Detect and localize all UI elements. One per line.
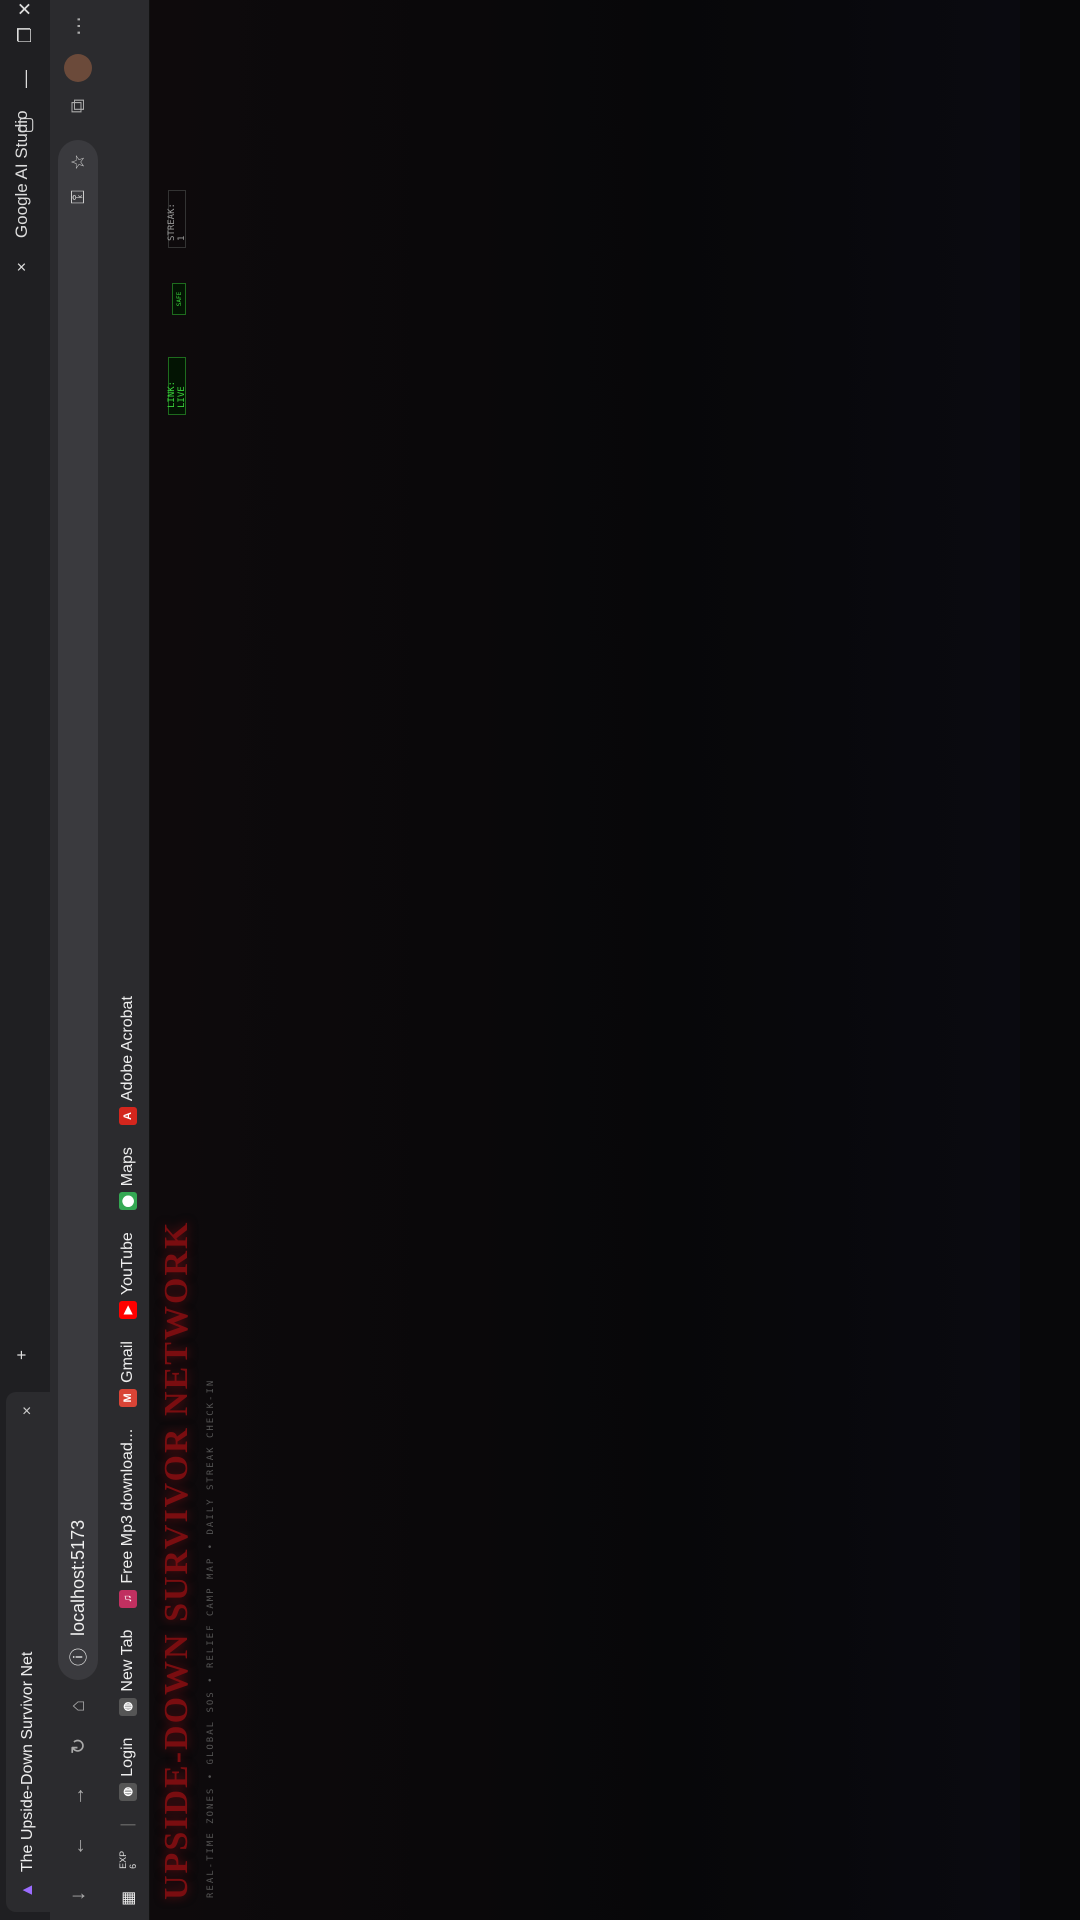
plus-icon: +	[12, 1350, 31, 1360]
site-subtitle: REAL-TIME ZONES • GLOBAL SOS • RELIEF CA…	[206, 1378, 216, 1898]
menu-icon[interactable]: ⋯	[64, 12, 92, 40]
safe-badge: SAFE	[172, 283, 186, 315]
downloads-icon[interactable]: ↓	[64, 1882, 92, 1910]
apps-icon[interactable]: ▦	[118, 1891, 138, 1906]
streak-badge: STREAK: 1	[167, 190, 187, 248]
forward-icon[interactable]: →	[64, 1782, 92, 1810]
tab-strip: ▲ The Upside-Down Survivor Net × + × Goo…	[0, 0, 50, 1920]
bookmark-maps[interactable]: ⬤ Maps	[118, 1147, 137, 1211]
ai-studio-icon: ▲	[19, 1882, 36, 1898]
address-bar[interactable]: ⓘ localhost:5173 ⚿ ☆	[58, 140, 98, 1680]
bookmark-gmail[interactable]: M Gmail	[118, 1341, 137, 1407]
bookmark-acrobat[interactable]: A Adobe Acrobat	[118, 996, 137, 1126]
bookmark-login[interactable]: ◍ Login	[118, 1738, 137, 1801]
profile-avatar[interactable]	[64, 54, 92, 82]
globe-icon: ◍	[118, 1782, 137, 1801]
tab-search-icon[interactable]: ▢	[10, 110, 40, 140]
bookmark-separator: |	[118, 1822, 136, 1827]
cast-icon[interactable]: ⌂	[64, 1692, 92, 1720]
bookmarks-bar: ▦ EXP 6 | ◍ Login ◍ New Tab ♫ Free Mp3 down…	[106, 0, 150, 1920]
ext-badge[interactable]: EXP 6	[118, 1849, 138, 1869]
youtube-icon: ▶	[118, 1301, 137, 1320]
tab-close-icon[interactable]: ×	[12, 262, 32, 272]
key-icon[interactable]: ⚿	[68, 190, 89, 204]
rotated-screen: ▲ The Upside-Down Survivor Net × + × Goo…	[0, 0, 1080, 1920]
tab-close-icon[interactable]: ×	[19, 1406, 37, 1415]
bookmark-new-tab[interactable]: ◍ New Tab	[118, 1630, 137, 1716]
url-text: localhost:5173	[67, 1519, 88, 1636]
tab-title: The Upside-Down Survivor Net	[19, 1651, 36, 1873]
browser-toolbar: ↓ ← → ↻ ⌂ ⓘ localhost:5173 ⚿ ☆ ⧉ ⋯	[50, 0, 106, 1920]
new-tab-button[interactable]: +	[12, 1350, 32, 1360]
web-page: UPSIDE-DOWN SURVIVOR NETWORK REAL-TIME Z…	[150, 0, 1020, 1920]
minimize-icon[interactable]: —	[10, 64, 40, 94]
music-icon: ♫	[118, 1589, 137, 1608]
maximize-icon[interactable]: ❐	[10, 20, 40, 50]
link-status-badge: LINK: LIVE	[167, 357, 187, 415]
close-window-icon[interactable]: ✕	[10, 0, 40, 24]
bookmark-mp3[interactable]: ♫ Free Mp3 download...	[118, 1429, 137, 1608]
tab-active[interactable]: ▲ The Upside-Down Survivor Net ×	[6, 1392, 50, 1912]
extensions-icon[interactable]: ⧉	[64, 92, 92, 120]
back-icon[interactable]: ←	[64, 1832, 92, 1860]
globe-icon: ◍	[118, 1697, 137, 1716]
gmail-icon: M	[118, 1388, 137, 1407]
reload-icon[interactable]: ↻	[64, 1732, 92, 1760]
maps-icon: ⬤	[118, 1192, 137, 1211]
bookmark-youtube[interactable]: ▶ YouTube	[118, 1232, 137, 1320]
acrobat-icon: A	[118, 1107, 137, 1126]
site-title: UPSIDE-DOWN SURVIVOR NETWORK	[158, 1220, 195, 1900]
bookmark-star-icon[interactable]: ☆	[68, 154, 89, 170]
site-info-icon[interactable]: ⓘ	[65, 1648, 91, 1666]
